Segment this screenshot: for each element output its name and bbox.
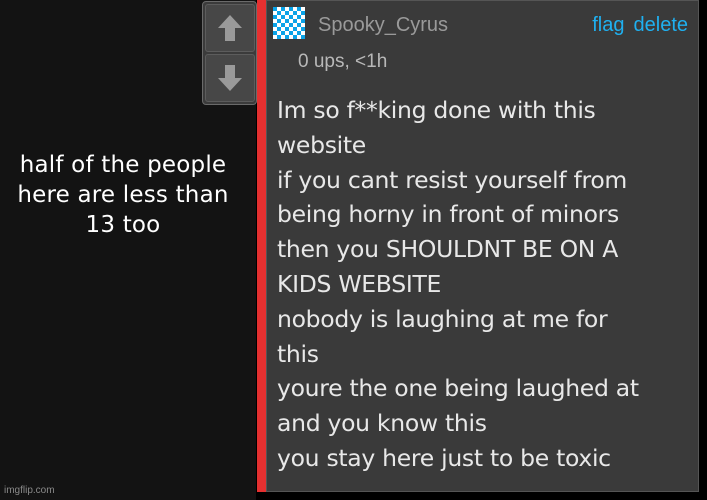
arrow-up-icon	[218, 15, 242, 41]
comment-highlight-strip	[257, 0, 266, 492]
comment-body: Im so f**king done with this website if …	[277, 93, 695, 476]
comment-line: Im so f**king done with this	[277, 96, 596, 124]
comment-line: nobody is laughing at me for	[277, 304, 608, 333]
meme-caption: half of the people here are less than 13…	[17, 152, 229, 238]
arrow-down-icon	[218, 65, 242, 91]
comment-line: this	[277, 339, 319, 368]
vote-box	[202, 1, 257, 105]
comment-line: KIDS WEBSITE	[277, 269, 442, 298]
comment-card: Spooky_Cyrus flag delete 0 ups, <1h Im s…	[266, 0, 699, 492]
delete-link[interactable]: delete	[634, 14, 689, 37]
comment-username[interactable]: Spooky_Cyrus	[318, 14, 448, 37]
comment-line: website	[277, 130, 366, 159]
upvote-button[interactable]	[205, 4, 255, 52]
comment-line: being horny in front of minors	[277, 200, 619, 229]
comment-line: and you know this	[277, 409, 487, 438]
comment-line: then you SHOULDNT BE ON A	[277, 235, 619, 264]
comment-meta: 0 ups, <1h	[298, 51, 388, 72]
comment-line: if you cant resist yourself from	[277, 165, 628, 194]
comment-line: youre the one being laughed at	[277, 374, 639, 403]
comment-line: you stay here just to be toxic	[277, 443, 611, 472]
flag-link[interactable]: flag	[592, 14, 624, 37]
comment-actions: flag delete	[592, 14, 688, 37]
downvote-button[interactable]	[205, 54, 255, 102]
watermark: imgflip.com	[4, 485, 55, 496]
checker-avatar-icon[interactable]	[273, 7, 305, 39]
